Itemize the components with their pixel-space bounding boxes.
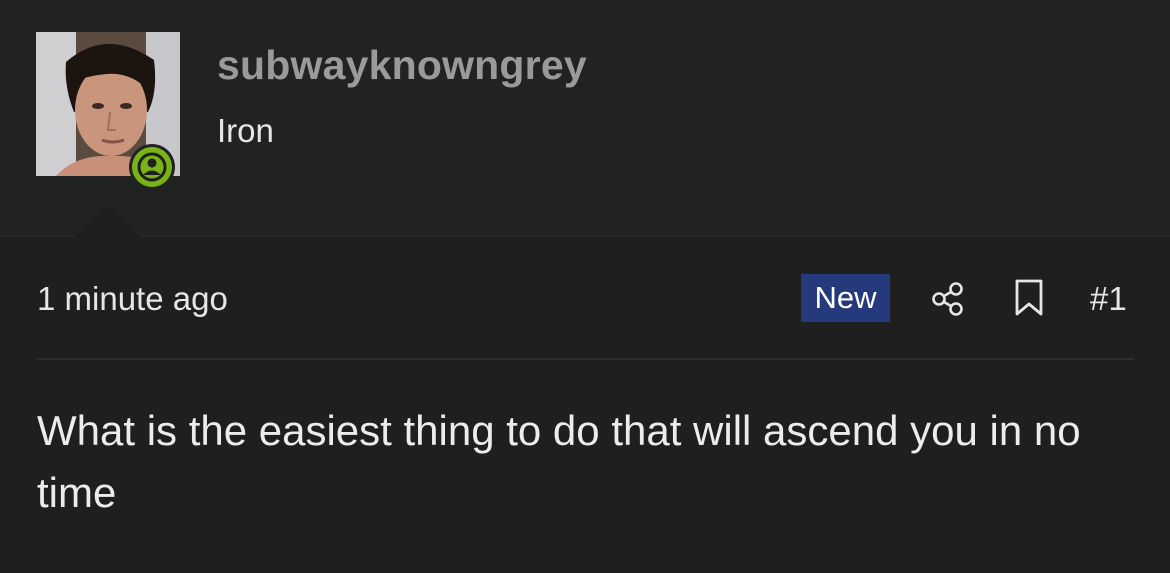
post-timestamp[interactable]: 1 minute ago [37,280,228,318]
user-online-icon [129,144,175,190]
post-number-link[interactable]: #1 [1090,280,1127,318]
post-body-text: What is the easiest thing to do that wil… [37,407,1081,516]
header-divider [0,236,1170,237]
author-title: Iron [217,112,274,149]
header-pointer [74,205,140,237]
share-icon[interactable] [926,278,970,322]
meta-divider [37,358,1134,360]
bookmark-icon[interactable] [1010,278,1048,318]
author-username[interactable]: subwayknowngrey [217,42,587,89]
new-badge: New [801,274,890,322]
